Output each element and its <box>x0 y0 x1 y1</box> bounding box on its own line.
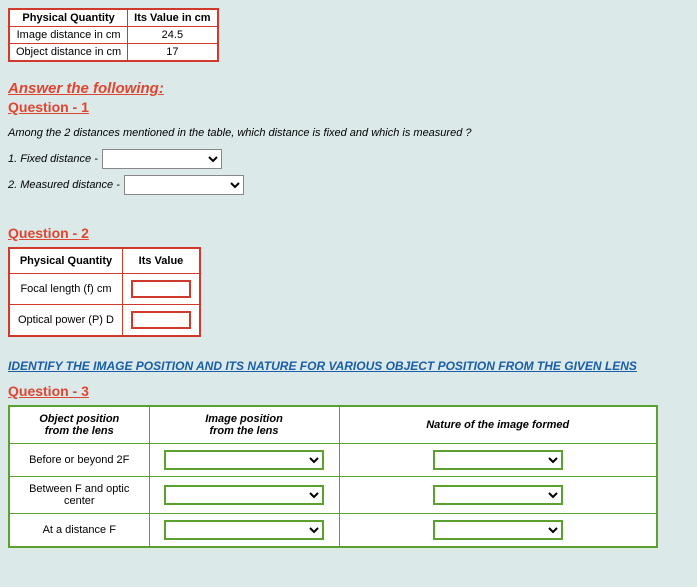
table-distances: Physical Quantity Its Value in cm Image … <box>8 8 219 62</box>
question-1-heading: Question - 1 <box>8 99 689 115</box>
nature-select-1[interactable] <box>433 485 563 505</box>
tbl2-head-qty: Physical Quantity <box>9 248 122 274</box>
table-row: Before or beyond 2F <box>9 444 657 477</box>
question-2-heading: Question - 2 <box>8 225 689 241</box>
fixed-distance-label: 1. Fixed distance - <box>8 153 98 165</box>
table-row: Optical power (P) D <box>9 305 200 337</box>
nature-select-2[interactable] <box>433 520 563 540</box>
optical-power-input[interactable] <box>131 311 191 329</box>
tbl3-r2-label: At a distance F <box>9 514 149 548</box>
tbl1-r0-label: Image distance in cm <box>9 27 128 44</box>
tbl3-r1-label: Between F and optic center <box>9 477 149 514</box>
tbl1-r0-value: 24.5 <box>128 27 218 44</box>
image-position-select-2[interactable] <box>164 520 324 540</box>
identify-heading: IDENTIFY THE IMAGE POSITION AND ITS NATU… <box>8 359 689 373</box>
question-3-heading: Question - 3 <box>8 383 689 399</box>
image-position-select-1[interactable] <box>164 485 324 505</box>
table-focal: Physical Quantity Its Value Focal length… <box>8 247 201 337</box>
fixed-distance-select[interactable] <box>102 149 222 169</box>
tbl2-r0-label: Focal length (f) cm <box>9 274 122 305</box>
measured-distance-select[interactable] <box>124 175 244 195</box>
table-row: Between F and optic center <box>9 477 657 514</box>
table-row: Object distance in cm 17 <box>9 44 218 62</box>
table-image-position: Object positionfrom the lens Image posit… <box>8 405 658 548</box>
focal-length-input[interactable] <box>131 280 191 298</box>
tbl1-head-val: Its Value in cm <box>128 9 218 27</box>
tbl1-r1-value: 17 <box>128 44 218 62</box>
measured-distance-label: 2. Measured distance - <box>8 179 120 191</box>
tbl1-r1-label: Object distance in cm <box>9 44 128 62</box>
table-row: Focal length (f) cm <box>9 274 200 305</box>
question-1-prompt: Among the 2 distances mentioned in the t… <box>8 127 689 139</box>
tbl2-r1-label: Optical power (P) D <box>9 305 122 337</box>
tbl3-head-obj: Object positionfrom the lens <box>9 406 149 444</box>
tbl3-head-img: Image positionfrom the lens <box>149 406 339 444</box>
answer-heading: Answer the following: <box>8 80 689 97</box>
tbl3-head-nat: Nature of the image formed <box>339 406 657 444</box>
table-row: Image distance in cm 24.5 <box>9 27 218 44</box>
tbl2-head-val: Its Value <box>122 248 200 274</box>
tbl3-r0-label: Before or beyond 2F <box>9 444 149 477</box>
image-position-select-0[interactable] <box>164 450 324 470</box>
tbl1-head-qty: Physical Quantity <box>9 9 128 27</box>
nature-select-0[interactable] <box>433 450 563 470</box>
table-row: At a distance F <box>9 514 657 548</box>
